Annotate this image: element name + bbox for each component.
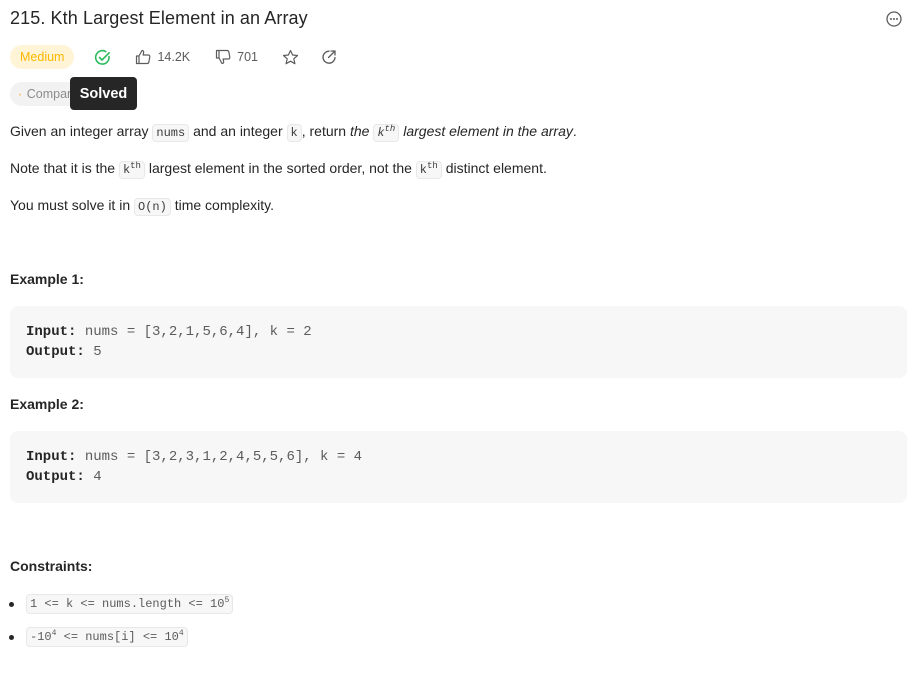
constraints-heading: Constraints:	[10, 558, 93, 574]
description-paragraph-2: Note that it is the kth largest element …	[10, 160, 547, 179]
example-1-input: Input: nums = [3,2,1,5,6,4], k = 2	[26, 324, 312, 340]
difficulty-badge: Medium	[10, 45, 75, 69]
bullet	[9, 602, 14, 607]
dislike-button[interactable]: 701	[215, 49, 258, 65]
description-paragraph-1: Given an integer array nums and an integ…	[10, 123, 577, 142]
share-icon[interactable]	[321, 49, 337, 65]
problem-title: 215. Kth Largest Element in an Array	[10, 8, 308, 28]
example-2-input: Input: nums = [3,2,3,1,2,4,5,5,6], k = 4	[26, 449, 363, 465]
inline-code: kth	[373, 124, 400, 142]
constraint-item: -104 <= nums[i] <= 104	[26, 627, 188, 647]
like-count: 14.2K	[157, 50, 191, 64]
description-paragraph-3: You must solve it in O(n) time complexit…	[10, 197, 275, 216]
problem-meta-row: Medium 14.2K 701	[10, 45, 337, 69]
thumbs-down-icon	[216, 49, 231, 65]
constraint-item: 1 <= k <= nums.length <= 105	[26, 594, 234, 614]
constraint-code: -104 <= nums[i] <= 104	[26, 627, 188, 647]
inline-code: k	[286, 124, 302, 142]
like-button[interactable]: 14.2K	[135, 49, 190, 65]
inline-code: kth	[415, 161, 442, 179]
solved-check-icon[interactable]	[94, 49, 111, 66]
example-2-output: Output: 4	[26, 469, 102, 485]
dislike-count: 701	[237, 50, 258, 64]
inline-code: nums	[152, 124, 190, 142]
bullet	[9, 635, 14, 640]
example-1-output: Output: 5	[26, 344, 102, 360]
lock-icon	[19, 93, 21, 95]
example-1-block: Input: nums = [3,2,1,5,6,4], k = 2 Outpu…	[10, 306, 907, 378]
example-2-heading: Example 2:	[10, 396, 84, 412]
example-2-block: Input: nums = [3,2,3,1,2,4,5,5,6], k = 4…	[10, 431, 907, 503]
more-options-icon[interactable]	[886, 11, 902, 27]
example-1-heading: Example 1:	[10, 271, 84, 287]
constraint-code: 1 <= k <= nums.length <= 105	[26, 594, 234, 614]
inline-code: kth	[118, 161, 145, 179]
favorite-star-icon[interactable]	[282, 49, 299, 66]
solved-tooltip: Solved	[70, 77, 137, 110]
thumbs-up-icon	[136, 49, 151, 65]
inline-code: O(n)	[134, 198, 171, 216]
